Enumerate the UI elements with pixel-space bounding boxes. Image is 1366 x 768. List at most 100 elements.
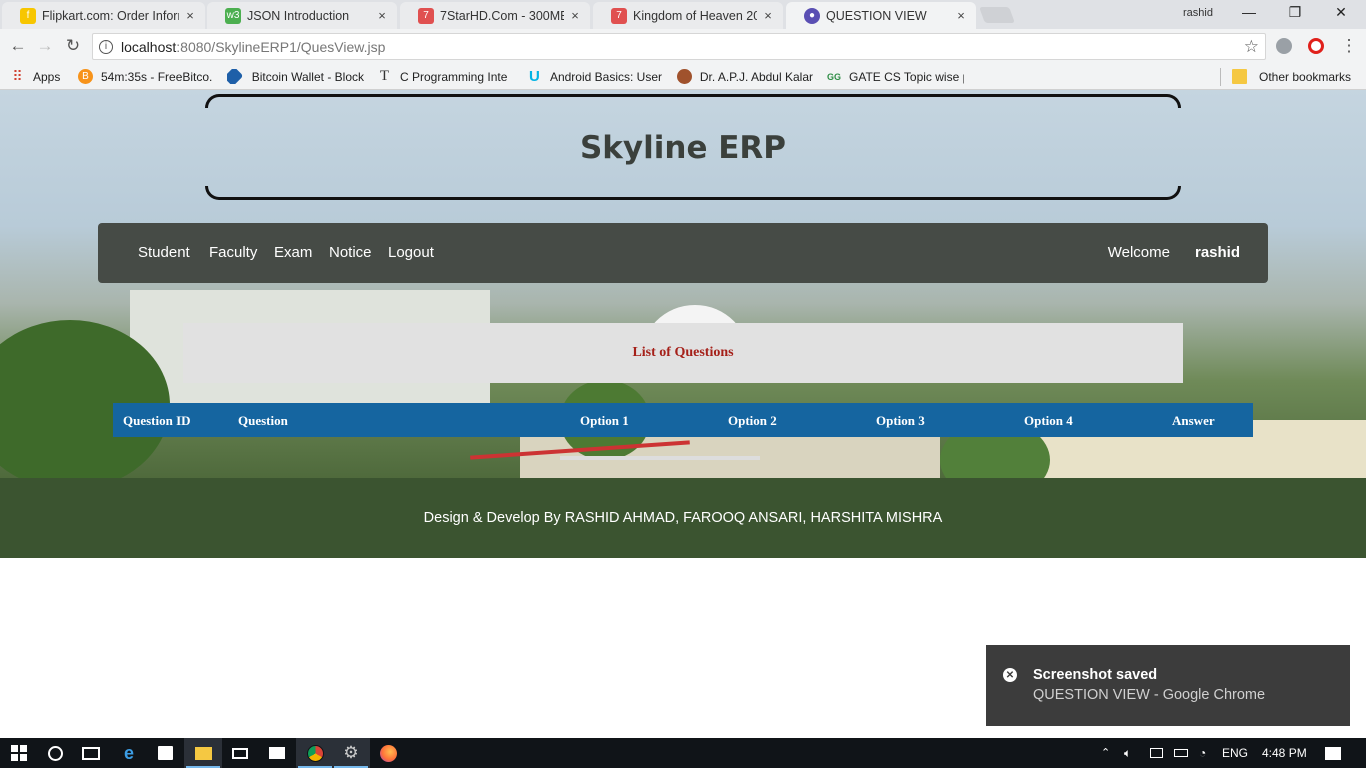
mail-icon[interactable] bbox=[221, 738, 259, 768]
network-icon[interactable] bbox=[1150, 748, 1163, 758]
language-indicator[interactable]: ENG bbox=[1222, 746, 1248, 760]
tray-overflow-icon[interactable]: ⌃ bbox=[1101, 746, 1110, 759]
bookmark-label: C Programming Inte bbox=[400, 69, 508, 84]
address-bar[interactable]: i localhost :8080/SkylineERP1/QuesView.j… bbox=[92, 33, 1266, 60]
blockchain-icon bbox=[227, 69, 244, 84]
minimize-icon[interactable]: — bbox=[1234, 4, 1264, 20]
7starhd-icon: 7 bbox=[418, 7, 434, 24]
tab-close-icon[interactable]: × bbox=[761, 8, 775, 23]
battery-icon[interactable] bbox=[1174, 749, 1188, 757]
opera-icon[interactable] bbox=[1308, 38, 1324, 54]
windows-start-icon[interactable] bbox=[0, 738, 38, 768]
banner-frame-top bbox=[205, 94, 1181, 108]
column-header-option-2: Option 2 bbox=[728, 413, 777, 428]
bookmark-android-basics[interactable]: U Android Basics: User bbox=[527, 69, 662, 84]
browser-tab-7starhd[interactable]: 7 7StarHD.Com - 300MB Du × bbox=[400, 2, 590, 29]
forward-icon[interactable]: → bbox=[34, 36, 56, 56]
chrome-icon[interactable] bbox=[296, 738, 334, 768]
tab-close-icon[interactable]: × bbox=[954, 8, 968, 23]
extension-icon[interactable] bbox=[1276, 38, 1292, 54]
bookmark-label: Bitcoin Wallet - Block bbox=[251, 69, 364, 84]
firefox-icon[interactable] bbox=[369, 738, 407, 768]
bookmark-blockchain[interactable]: Bitcoin Wallet - Block bbox=[227, 69, 364, 84]
settings-gear-icon[interactable]: ⚙ bbox=[332, 738, 370, 768]
tab-title: JSON Introduction bbox=[247, 8, 350, 23]
notification-title: Screenshot saved bbox=[1033, 667, 1158, 683]
tab-close-icon[interactable]: × bbox=[568, 8, 582, 23]
browser-tab-question-view[interactable]: ● QUESTION VIEW × bbox=[786, 2, 976, 29]
edge-icon[interactable]: e bbox=[110, 738, 148, 768]
task-view-icon[interactable] bbox=[72, 738, 110, 768]
site-title: Skyline ERP bbox=[579, 130, 787, 166]
page-footer: Design & Develop By RASHID AHMAD, FAROOQ… bbox=[0, 478, 1366, 558]
search-circle-icon[interactable] bbox=[36, 738, 74, 768]
bookmark-gate-cs[interactable]: GG GATE CS Topic wise p bbox=[827, 69, 964, 84]
browser-tab-kingdom[interactable]: 7 Kingdom of Heaven 2005 × bbox=[593, 2, 783, 29]
footer-credits: Design & Develop By RASHID AHMAD, FAROOQ… bbox=[423, 510, 943, 526]
bookmark-other[interactable]: Other bookmarks bbox=[1232, 69, 1351, 84]
profile-name[interactable]: rashid bbox=[1183, 7, 1213, 19]
browser-toolbar: ← → ↻ i localhost :8080/SkylineERP1/Ques… bbox=[0, 29, 1366, 64]
nav-faculty[interactable]: Faculty bbox=[209, 244, 257, 261]
column-header-question: Question bbox=[238, 413, 288, 428]
chrome-menu-icon[interactable]: ⋮ bbox=[1338, 36, 1360, 56]
geeksforgeeks-icon: GG bbox=[827, 71, 842, 82]
typewriter-icon: T bbox=[379, 69, 390, 84]
reload-icon[interactable]: ↻ bbox=[62, 36, 84, 56]
tab-title: Kingdom of Heaven 2005 bbox=[633, 8, 757, 23]
bookmarks-bar: ⠿ Apps B 54m:35s - FreeBitco. Bitcoin Wa… bbox=[0, 64, 1366, 90]
window-close-icon[interactable]: ✕ bbox=[1326, 4, 1356, 21]
screenshot-notification[interactable]: ✕ Screenshot saved QUESTION VIEW - Googl… bbox=[986, 645, 1350, 726]
new-tab-button[interactable] bbox=[979, 7, 1015, 23]
url-path: :8080/SkylineERP1/QuesView.jsp bbox=[176, 38, 386, 55]
file-explorer-icon[interactable] bbox=[184, 738, 222, 768]
nav-exam[interactable]: Exam bbox=[274, 244, 312, 261]
bookmark-c-programming[interactable]: T C Programming Inte bbox=[377, 69, 513, 84]
w3schools-icon: w3 bbox=[225, 7, 241, 24]
store-icon[interactable] bbox=[146, 738, 184, 768]
emblem-icon bbox=[677, 69, 692, 84]
browser-tab-flipkart[interactable]: f Flipkart.com: Order Inform × bbox=[2, 2, 205, 29]
tab-strip: f Flipkart.com: Order Inform × w3 JSON I… bbox=[0, 0, 1366, 29]
main-nav: Student Faculty Exam Notice Logout Welco… bbox=[98, 223, 1268, 283]
tab-close-icon[interactable]: × bbox=[375, 8, 389, 23]
browser-tab-json[interactable]: w3 JSON Introduction × bbox=[207, 2, 397, 29]
nav-student[interactable]: Student bbox=[138, 244, 190, 261]
column-header-question-id: Question ID bbox=[123, 413, 191, 428]
restore-icon[interactable]: ❐ bbox=[1280, 4, 1310, 21]
udacity-icon: U bbox=[529, 69, 540, 84]
banner-frame-bottom bbox=[205, 186, 1181, 200]
nav-logout[interactable]: Logout bbox=[388, 244, 434, 261]
tab-close-icon[interactable]: × bbox=[183, 8, 197, 23]
barrier-image bbox=[560, 456, 760, 460]
news-icon[interactable] bbox=[258, 738, 296, 768]
action-center-icon[interactable] bbox=[1325, 747, 1341, 760]
notification-body: QUESTION VIEW - Google Chrome bbox=[1033, 687, 1266, 703]
nav-notice[interactable]: Notice bbox=[329, 244, 372, 261]
tab-title: QUESTION VIEW bbox=[826, 8, 927, 23]
folder-icon bbox=[1232, 69, 1247, 84]
site-info-icon[interactable]: i bbox=[99, 39, 113, 54]
questions-table-header: Question ID Question Option 1 Option 2 O… bbox=[113, 403, 1253, 437]
7starhd-icon: 7 bbox=[611, 7, 627, 24]
tab-title: Flipkart.com: Order Inform bbox=[42, 8, 179, 23]
clock[interactable]: 4:48 PM bbox=[1262, 746, 1307, 760]
bookmark-label: Other bookmarks bbox=[1259, 69, 1352, 84]
column-header-option-4: Option 4 bbox=[1024, 413, 1073, 428]
bookmark-label: Android Basics: User bbox=[549, 69, 662, 84]
xbox-icon: ✕ bbox=[1003, 668, 1017, 682]
bookmark-label: Apps bbox=[33, 69, 61, 84]
url-host: localhost bbox=[121, 38, 177, 55]
bookmark-apj-kalam[interactable]: Dr. A.P.J. Abdul Kalar bbox=[677, 69, 813, 84]
page-viewport: Skyline ERP Student Faculty Exam Notice … bbox=[0, 90, 1366, 738]
bookmark-star-icon[interactable]: ☆ bbox=[1244, 37, 1259, 57]
welcome-label: Welcome bbox=[1107, 244, 1170, 261]
wifi-icon[interactable]: ◔ bbox=[1199, 746, 1206, 760]
bookmark-label: 54m:35s - FreeBitco. bbox=[101, 69, 213, 84]
back-icon[interactable]: ← bbox=[7, 36, 29, 56]
volume-icon[interactable]: 🔈︎ bbox=[1124, 746, 1131, 761]
bitcoin-icon: B bbox=[78, 69, 93, 84]
bookmarks-divider bbox=[1220, 68, 1221, 86]
bookmark-apps[interactable]: ⠿ Apps bbox=[10, 69, 60, 84]
bookmark-freebitco[interactable]: B 54m:35s - FreeBitco. bbox=[78, 69, 213, 84]
